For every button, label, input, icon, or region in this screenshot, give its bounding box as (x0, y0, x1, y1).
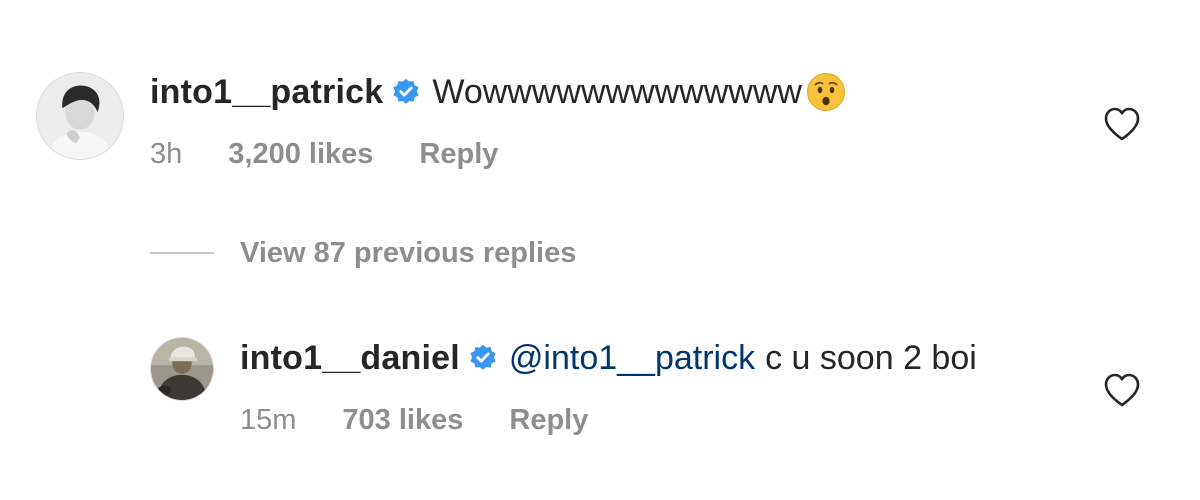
reply-body: into1__daniel @into1__patrick c u soon 2… (240, 338, 977, 378)
verified-badge-icon (469, 344, 497, 372)
avatar[interactable] (36, 72, 124, 160)
verified-badge-icon (392, 78, 420, 106)
divider (150, 252, 214, 254)
comment-reply-button[interactable]: Reply (419, 137, 498, 171)
comment-meta: 3h 3,200 likes Reply (150, 137, 498, 171)
reply-username[interactable]: into1__daniel (240, 338, 460, 378)
reply-reply-button[interactable]: Reply (509, 403, 588, 437)
hushed-face-emoji-icon (806, 72, 846, 112)
comment-username[interactable]: into1__patrick (150, 72, 383, 112)
reply-mention-link[interactable]: @into1__patrick (509, 338, 755, 378)
reply-time[interactable]: 15m (240, 403, 296, 437)
view-previous-replies-label: View 87 previous replies (240, 237, 577, 269)
comment-time[interactable]: 3h (150, 137, 182, 171)
heart-icon[interactable] (1103, 106, 1141, 142)
comment-likes[interactable]: 3,200 likes (228, 137, 373, 171)
comment-body: into1__patrick Wowwwwwwwwwwwww (150, 72, 846, 112)
view-previous-replies-button[interactable]: View 87 previous replies (150, 236, 576, 270)
comment-text: Wowwwwwwwwwwwww (432, 73, 802, 111)
reply-text: c u soon 2 boi (765, 339, 977, 377)
avatar[interactable] (150, 337, 214, 401)
avatar-photo (151, 338, 213, 400)
reply-meta: 15m 703 likes Reply (240, 403, 588, 437)
heart-icon[interactable] (1103, 372, 1141, 408)
avatar-photo (37, 73, 123, 159)
reply-likes[interactable]: 703 likes (342, 403, 463, 437)
